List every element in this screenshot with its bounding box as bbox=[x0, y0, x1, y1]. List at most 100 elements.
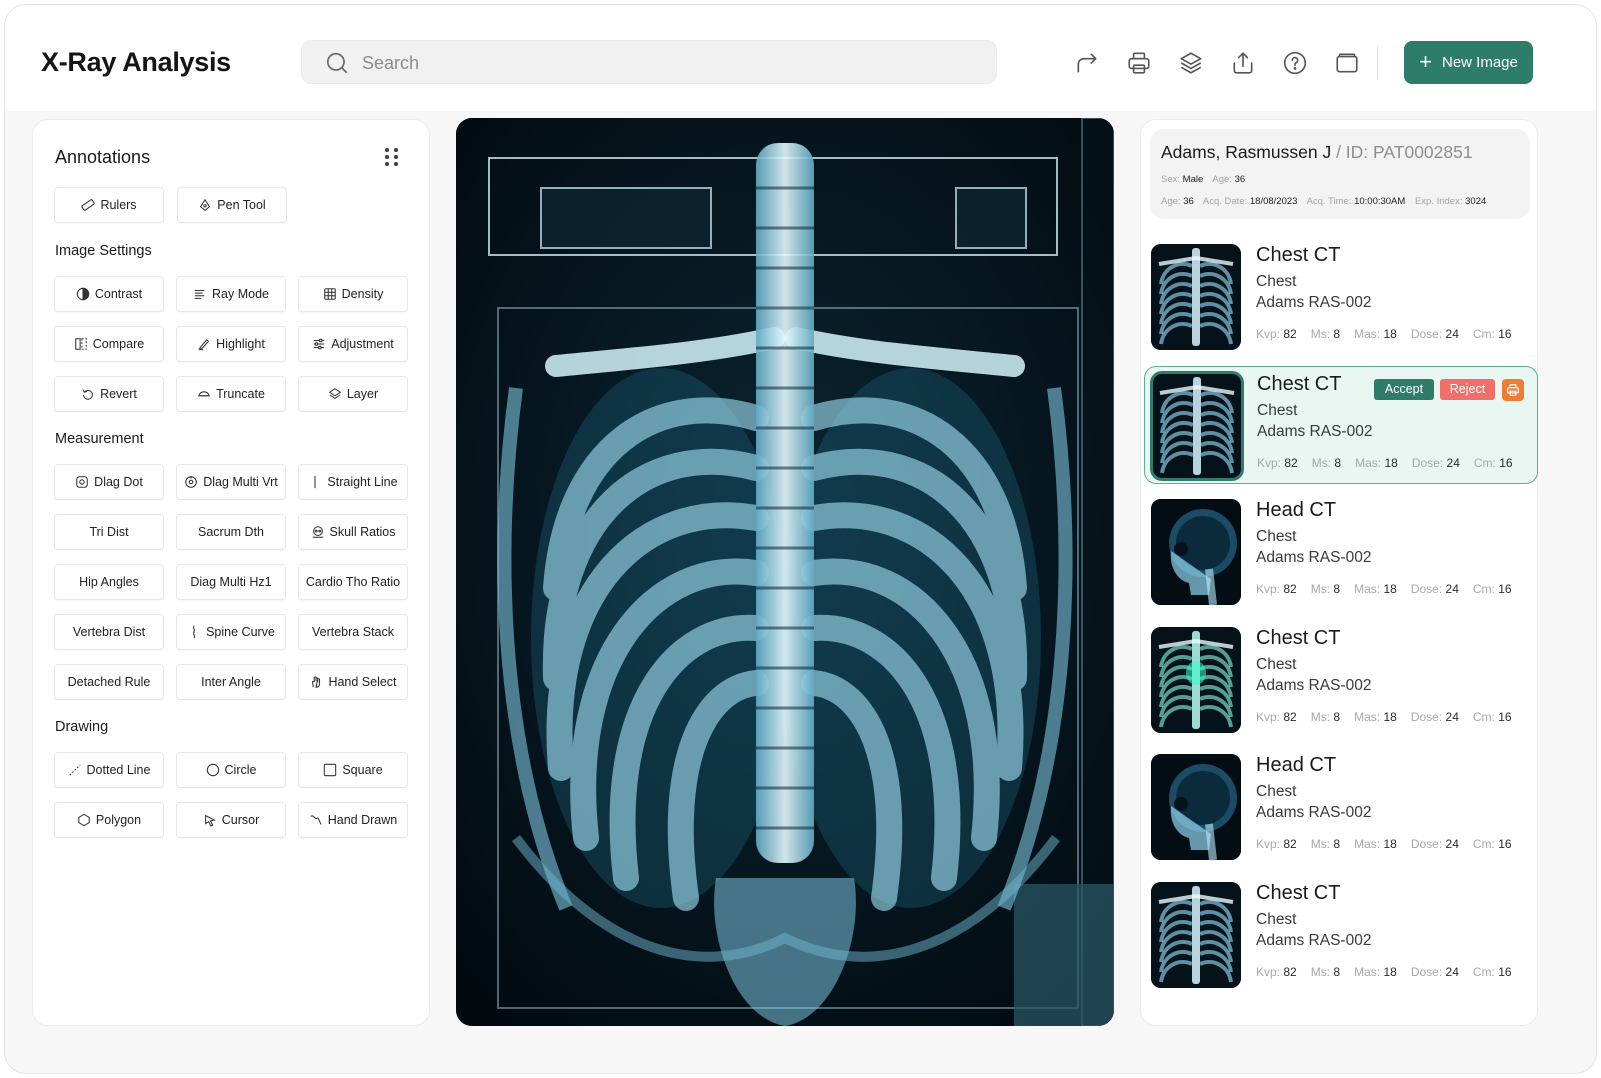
tool-pen-tool[interactable]: Pen Tool bbox=[177, 187, 287, 223]
stat-label: Cm: bbox=[1472, 965, 1495, 979]
tool-tri-dist[interactable]: Tri Dist bbox=[54, 514, 164, 550]
xray-viewer[interactable] bbox=[456, 118, 1114, 1026]
stat-value: 18 bbox=[1383, 709, 1397, 724]
tool-skull-ratios[interactable]: Skull Ratios bbox=[298, 514, 408, 550]
hand-icon bbox=[312, 676, 321, 688]
stat-mas: Mas: 18 bbox=[1354, 710, 1397, 724]
tool-sacrum-dth[interactable]: Sacrum Dth bbox=[176, 514, 286, 550]
scan-thumbnail bbox=[1151, 244, 1241, 350]
stat-kvp: Kvp: 82 bbox=[1257, 456, 1298, 470]
tool-vertebra-stack[interactable]: Vertebra Stack bbox=[298, 614, 408, 650]
share-icon[interactable] bbox=[1225, 45, 1261, 81]
tool-circle[interactable]: Circle bbox=[176, 752, 286, 788]
tool-dlag-multi-vrt[interactable]: Dlag Multi Vrt bbox=[176, 464, 286, 500]
stat-label: Mas: bbox=[1354, 837, 1381, 852]
tool-label: Density bbox=[341, 287, 384, 301]
tool-layer[interactable]: Layer bbox=[298, 376, 408, 412]
stat-value: 24 bbox=[1445, 327, 1459, 341]
search-bar[interactable] bbox=[301, 40, 997, 84]
tool-label: Vertebra Dist bbox=[72, 625, 146, 639]
density-icon bbox=[323, 288, 336, 300]
scan-card[interactable]: Chest CT Chest Adams RAS-002 Kvp: 82 Ms: 8 Ma… bbox=[1144, 238, 1538, 356]
chest-xray-thumbnail bbox=[1151, 626, 1241, 733]
tool-contrast[interactable]: Contrast bbox=[54, 276, 164, 312]
chest-xray-image bbox=[456, 118, 1114, 1026]
tool-density[interactable]: Density bbox=[298, 276, 408, 312]
tool-square[interactable]: Square bbox=[298, 752, 408, 788]
circle-icon bbox=[206, 763, 219, 777]
tool-revert[interactable]: Revert bbox=[54, 376, 164, 412]
scan-stats: Kvp: 82 Ms: 8 Mas: 18 Dose: 24 Cm: 16 bbox=[1256, 327, 1512, 341]
stat-ms: Ms: 8 bbox=[1312, 456, 1341, 470]
reject-button[interactable]: Reject bbox=[1440, 378, 1495, 400]
image-settings-title: Image Settings bbox=[55, 243, 152, 259]
scan-stats: Kvp: 82 Ms: 8 Mas: 18 Dose: 24 Cm: 16 bbox=[1256, 710, 1512, 724]
stat-label: Dose: bbox=[1410, 965, 1443, 979]
tool-compare[interactable]: Compare bbox=[54, 326, 164, 362]
stat-dose: Dose: 24 bbox=[1411, 582, 1459, 596]
stat-value: 24 bbox=[1446, 455, 1460, 470]
stat-value: 82 bbox=[1284, 455, 1298, 470]
print-icon[interactable] bbox=[1121, 45, 1157, 81]
tool-label: Cursor bbox=[221, 813, 260, 827]
patient-id: / ID: PAT0002851 bbox=[1336, 142, 1473, 162]
tool-ray-mode[interactable]: Ray Mode bbox=[176, 276, 286, 312]
accept-button[interactable]: Accept bbox=[1374, 378, 1434, 400]
patient-row-1: Sex: Male Age: 36 bbox=[1161, 174, 1252, 185]
tool-adjustment[interactable]: Adjustment bbox=[298, 326, 408, 362]
tool-detached-rule[interactable]: Detached Rule bbox=[54, 664, 164, 700]
scan-card[interactable]: Chest CT Chest Adams RAS-002 Kvp: 82 Ms: 8 Ma… bbox=[1144, 876, 1538, 994]
layers-icon[interactable] bbox=[1173, 45, 1209, 81]
stat-value: 8 bbox=[1333, 709, 1341, 724]
tool-inter-angle[interactable]: Inter Angle bbox=[176, 664, 286, 700]
new-image-button[interactable]: + New Image bbox=[1404, 41, 1533, 84]
help-icon[interactable] bbox=[1277, 45, 1313, 81]
tool-hand-select[interactable]: Hand Select bbox=[298, 664, 408, 700]
field-label: Sex: bbox=[1161, 174, 1181, 185]
tool-polygon[interactable]: Polygon bbox=[54, 802, 164, 838]
tool-hip-angles[interactable]: Hip Angles bbox=[54, 564, 164, 600]
scan-region: Chest bbox=[1256, 783, 1297, 801]
scan-card[interactable]: Head CT Chest Adams RAS-002 Kvp: 82 Ms: 8 Mas… bbox=[1144, 748, 1538, 866]
tool-diag-multi-hz1[interactable]: Diag Multi Hz1 bbox=[176, 564, 286, 600]
app-title: X-Ray Analysis bbox=[41, 47, 231, 77]
scan-card[interactable]: Head CT Chest Adams RAS-002 Kvp: 82 Ms: 8 Mas… bbox=[1144, 493, 1538, 611]
print-icon[interactable] bbox=[1502, 378, 1524, 401]
tool-rulers[interactable]: Rulers bbox=[54, 187, 164, 223]
tool-label: Cardio Tho Ratio bbox=[305, 575, 401, 589]
tool-vertebra-dist[interactable]: Vertebra Dist bbox=[54, 614, 164, 650]
tool-dotted-line[interactable]: Dotted Line bbox=[54, 752, 164, 788]
more-options-icon[interactable] bbox=[385, 146, 405, 168]
scan-card[interactable]: Chest CT Chest Adams RAS-002 Kvp: 82 Ms: 8 Ma… bbox=[1144, 621, 1538, 739]
plus-icon: + bbox=[1419, 48, 1432, 74]
tool-truncate[interactable]: Truncate bbox=[176, 376, 286, 412]
tool-label: Straight Line bbox=[327, 475, 398, 489]
stat-value: 16 bbox=[1498, 965, 1512, 979]
tool-straight-line[interactable]: Straight Line bbox=[298, 464, 408, 500]
tool-label: Tri Dist bbox=[89, 525, 129, 539]
search-icon bbox=[326, 52, 348, 74]
ray-mode-icon bbox=[194, 289, 205, 299]
ruler-icon bbox=[81, 199, 96, 211]
tool-highlight[interactable]: Highlight bbox=[176, 326, 286, 362]
tool-spine-curve[interactable]: Spine Curve bbox=[176, 614, 286, 650]
tool-cursor[interactable]: Cursor bbox=[176, 802, 286, 838]
stat-label: Mas: bbox=[1355, 455, 1382, 470]
scan-card[interactable]: Chest CT Chest Adams RAS-002 Kvp: 82 Ms: 8 Ma… bbox=[1144, 365, 1538, 484]
stat-value: 18 bbox=[1383, 965, 1397, 979]
measurement-title: Measurement bbox=[55, 431, 144, 447]
adjustment-icon bbox=[313, 338, 325, 350]
tool-dlag-dot[interactable]: Dlag Dot bbox=[54, 464, 164, 500]
tool-label: Skull Ratios bbox=[329, 525, 396, 539]
tool-cardio-tho-ratio[interactable]: Cardio Tho Ratio bbox=[298, 564, 408, 600]
chest-xray-thumbnail bbox=[1151, 244, 1241, 350]
tool-hand-drawn[interactable]: Hand Drawn bbox=[298, 802, 408, 838]
folder-icon[interactable] bbox=[1329, 45, 1365, 81]
tool-label: Vertebra Stack bbox=[312, 625, 394, 639]
scan-patient: Adams RAS-002 bbox=[1256, 804, 1372, 822]
scan-stats: Kvp: 82 Ms: 8 Mas: 18 Dose: 24 Cm: 16 bbox=[1256, 965, 1512, 979]
redo-icon[interactable] bbox=[1069, 45, 1105, 81]
tool-label: Truncate bbox=[216, 387, 265, 401]
search-input[interactable] bbox=[362, 47, 962, 79]
cursor-icon bbox=[204, 814, 216, 827]
